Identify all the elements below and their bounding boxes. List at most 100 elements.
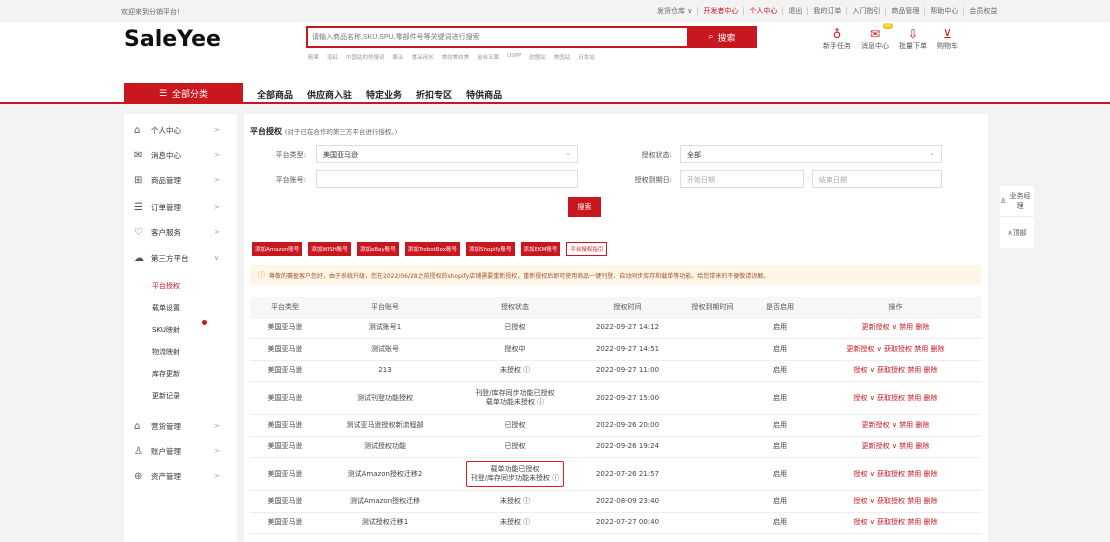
menu-icon: ☰	[158, 88, 168, 99]
page-title-text: 平台授权	[250, 127, 282, 136]
cell-ops[interactable]: 授权 ∨ 获取授权 禁用 删除	[810, 360, 981, 382]
batch-order-button[interactable]: ⇩ 批量下单	[899, 27, 927, 51]
end-date-input[interactable]: 结束日期	[812, 170, 942, 188]
account-label: 平台账号:	[275, 176, 306, 184]
hot-term[interactable]: 鞋果	[308, 53, 319, 61]
top-link-help[interactable]: 帮助中心	[924, 7, 963, 15]
business-manager-button[interactable]: ♙ 业务经理	[1000, 186, 1034, 217]
col-ops: 操作	[810, 297, 981, 318]
sidebar-item-label: 订单管理	[151, 202, 181, 212]
sidebar: ⌂ 个人中心 > ✉ 消息中心 > ⊞ 商品管理 > ☰ 订单管理 > ♡ 客户…	[124, 114, 237, 542]
sidebar-subitem-logistics-map[interactable]: 物流映射	[152, 347, 180, 357]
logo[interactable]: SaleYee	[124, 27, 221, 52]
back-to-top-button[interactable]: ∧ 顶部	[1000, 217, 1034, 248]
cell-ops[interactable]: 授权 ∨ 获取授权 禁用 删除	[810, 457, 981, 491]
nav-item-supplier[interactable]: 供应商入驻	[307, 88, 352, 101]
hot-term[interactable]: 金丝五属	[477, 53, 499, 61]
top-link-orders[interactable]: 我的订单	[807, 7, 846, 15]
hot-term[interactable]: 欧盟站	[529, 53, 546, 61]
auth-status-select[interactable]: 全部 ⌄	[680, 145, 942, 163]
nav-item-business[interactable]: 特定业务	[366, 88, 402, 101]
main-panel: 平台授权 (对于已在合作的第三方平台进行授权。) 平台类型: 美国亚马逊 ⌄ 授…	[244, 114, 988, 542]
sidebar-item-warehouse[interactable]: ⌂ 营货管理 >	[124, 415, 237, 437]
add-wish-button[interactable]: 添加WISH账号	[308, 242, 351, 256]
sidebar-item-messages[interactable]: ✉ 消息中心 >	[124, 144, 237, 166]
header-icons: ♁ 新手任务 ✉ 99 消息中心 ⇩ 批量下单 ⊻ 购物车	[823, 23, 958, 51]
cell-ops[interactable]: 更新授权 ∨ 禁用 删除	[810, 317, 981, 339]
cell-expire	[675, 457, 750, 491]
sidebar-subitem-sku-map[interactable]: SKU映射	[152, 325, 180, 335]
top-link-member[interactable]: 会员权益	[963, 7, 1002, 15]
nav-item-discount[interactable]: 折扣专区	[416, 88, 452, 101]
cell-ops[interactable]: 授权 ∨ 获取授权 禁用 删除	[810, 512, 981, 534]
cell-ops[interactable]: 授权 ∨ 获取授权 禁用 删除	[810, 381, 981, 415]
chevron-down-icon: ⌄	[565, 149, 571, 157]
start-date-input[interactable]: 开始日期	[680, 170, 804, 188]
new-task-button[interactable]: ♁ 新手任务	[823, 27, 851, 51]
account-input[interactable]	[316, 170, 578, 188]
hot-term[interactable]: 美国站	[554, 53, 571, 61]
sidebar-item-assets[interactable]: ⊛ 资产管理 >	[124, 465, 237, 487]
cell-time: 2022-09-27 15:00	[580, 381, 675, 415]
sidebar-item-third-party[interactable]: ☁ 第三方平台 ∨	[124, 247, 237, 269]
cell-ops[interactable]: 授权 ∨ 获取授权 禁用 删除	[810, 490, 981, 513]
hot-term[interactable]: USPP	[507, 53, 521, 61]
all-categories-button[interactable]: ☰ 全部分类	[124, 83, 243, 104]
cell-ops[interactable]: 更新授权 ∨ 禁用 删除	[810, 436, 981, 458]
message-center-label: 消息中心	[861, 42, 889, 50]
table-row: 美国亚马逊 测试授权迁移1 未授权 ⓘ 2022-07-27 00:40 启用 …	[250, 512, 981, 534]
top-link-warehouse[interactable]: 发货仓库 ∨	[652, 7, 697, 15]
sidebar-item-service[interactable]: ♡ 客户服务 >	[124, 221, 237, 243]
cart-icon: ⊻	[943, 27, 952, 41]
add-trobotbox-button[interactable]: 添加TrobotBox账号	[404, 242, 461, 256]
top-link-goods[interactable]: 商品管理	[885, 7, 924, 15]
cell-ops[interactable]: 更新授权 ∨ 获取授权 禁用 删除	[810, 338, 981, 361]
sidebar-subitem-order-settings[interactable]: 载单设置	[152, 303, 180, 313]
cell-expire	[675, 512, 750, 534]
table-row: 美国亚马逊 测试账号 授权中 2022-09-27 14:51 启用 更新授权 …	[250, 338, 981, 361]
top-link-logout[interactable]: 退出	[782, 7, 807, 15]
filter-search-button[interactable]: 搜索	[568, 197, 601, 217]
top-link-developer[interactable]: 开发者中心	[697, 7, 743, 15]
sidebar-item-orders[interactable]: ☰ 订单管理 >	[124, 196, 237, 218]
add-ebay-button[interactable]: 添加eBay账号	[356, 242, 399, 256]
hot-term[interactable]: 中国站的热搜词	[346, 53, 385, 61]
nav-item-all-goods[interactable]: 全部商品	[257, 88, 293, 101]
sidebar-item-account[interactable]: ♙ 账户管理 >	[124, 440, 237, 462]
add-ekm-button[interactable]: 添加EKM账号	[520, 242, 561, 256]
sidebar-item-personal[interactable]: ⌂ 个人中心 >	[124, 119, 237, 141]
search-input[interactable]	[312, 30, 692, 44]
user-icon: ⌂	[134, 124, 141, 136]
hot-term[interactable]: 浴缸	[327, 53, 338, 61]
highlight-box: 载单功能已授权 刊登/库存同步功能未授权 ⓘ	[465, 461, 565, 487]
auth-guide-button[interactable]: 平台授权指引	[566, 242, 608, 256]
sidebar-subitem-stock-update[interactable]: 库存更新	[152, 369, 180, 379]
top-bar: 欢迎来到分销平台! 发货仓库 ∨ 开发者中心 个人中心 退出 我的订单 入门指引…	[0, 0, 1110, 22]
message-center-button[interactable]: ✉ 99 消息中心	[861, 23, 893, 51]
add-shopify-button[interactable]: 添加Shopify账号	[466, 242, 515, 256]
top-link-personal[interactable]: 个人中心	[743, 7, 782, 15]
sidebar-subitem-auth[interactable]: 平台授权	[152, 281, 180, 291]
hot-term[interactable]: 聚五	[393, 53, 404, 61]
platform-type-select[interactable]: 美国亚马逊 ⌄	[316, 145, 578, 163]
top-link-guide[interactable]: 入门指引	[846, 7, 885, 15]
sidebar-item-goods[interactable]: ⊞ 商品管理 >	[124, 169, 237, 191]
cell-account: 测试账号	[320, 338, 450, 361]
cart-button[interactable]: ⊻ 购物车	[937, 27, 958, 51]
status-line: 刊登/库存同步功能未授权 ⓘ	[470, 474, 560, 482]
search-button[interactable]: ⌕ 搜索	[687, 26, 757, 48]
page-subtitle: (对于已在合作的第三方平台进行授权。)	[284, 128, 398, 136]
cell-account: 测试刊登功能授权	[320, 381, 450, 415]
table-row: 美国亚马逊 测试授权功能 已授权 2022-09-26 19:24 启用 更新授…	[250, 436, 981, 458]
add-amazon-button[interactable]: 添加Amazon账号	[252, 242, 303, 256]
cell-status: 已授权	[450, 436, 580, 458]
chevron-right-icon: >	[214, 472, 220, 480]
sidebar-subitem-update-log[interactable]: 更新记录	[152, 391, 180, 401]
hot-term[interactable]: 食品用水	[412, 53, 434, 61]
table-row: 美国亚马逊 测试账号1 已授权 2022-09-27 14:12 启用 更新授权…	[250, 317, 981, 339]
cell-ops[interactable]: 更新授权 ∨ 禁用 删除	[810, 414, 981, 437]
hot-term[interactable]: 美纹美纹美	[442, 53, 470, 61]
table-body: 美国亚马逊 测试账号1 已授权 2022-09-27 14:12 启用 更新授权…	[250, 317, 981, 534]
hot-term[interactable]: 日本站	[578, 53, 595, 61]
nav-item-special[interactable]: 特供商品	[466, 88, 502, 101]
